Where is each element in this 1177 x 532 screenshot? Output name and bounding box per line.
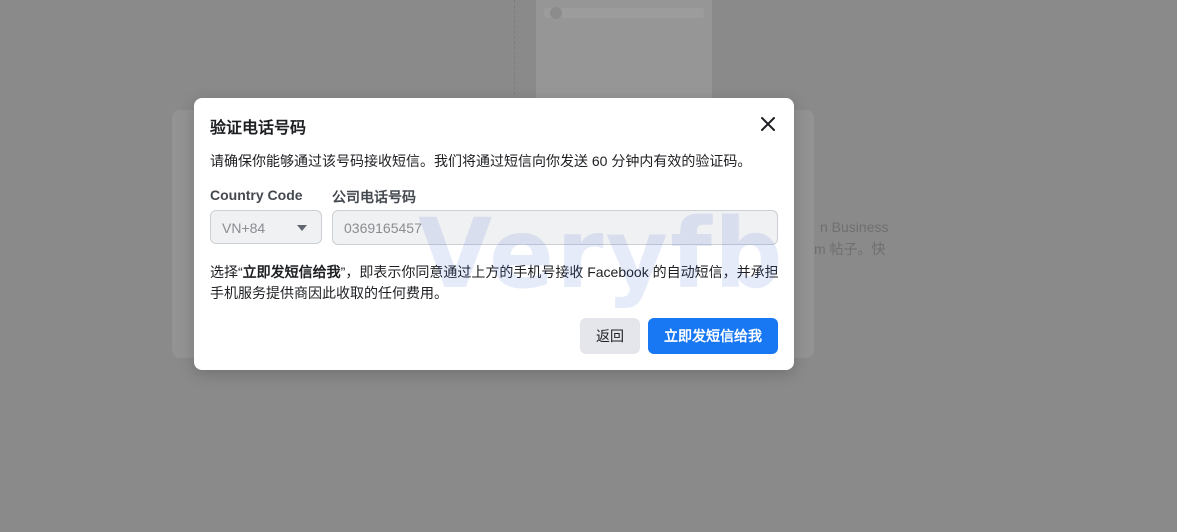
consent-prefix: 选择“ <box>210 264 243 280</box>
close-button[interactable] <box>756 112 780 136</box>
background-divider <box>514 0 515 100</box>
dialog-description: 请确保你能够通过该号码接收短信。我们将通过短信向你发送 60 分钟内有效的验证码… <box>210 153 752 169</box>
close-icon <box>761 117 775 131</box>
background-card <box>536 0 712 112</box>
country-code-label: Country Code <box>210 187 303 203</box>
background-card-dot <box>550 7 562 19</box>
send-sms-button[interactable]: 立即发短信给我 <box>648 318 778 354</box>
consent-bold: 立即发短信给我 <box>242 264 341 280</box>
phone-number-input[interactable] <box>332 210 778 245</box>
dialog-title: 验证电话号码 <box>210 120 307 137</box>
consent-text: 选择“立即发短信给我”，即表示你同意通过上方的手机号接收 Facebook 的自… <box>210 262 782 304</box>
phone-label: 公司电话号码 <box>332 189 416 205</box>
background-card-bar <box>544 8 704 18</box>
country-code-select[interactable]: VN+84 <box>210 210 322 244</box>
country-code-value: VN+84 <box>222 220 266 236</box>
caret-down-icon <box>297 225 307 231</box>
background-text-2: m 帖子。快 <box>814 241 886 257</box>
verify-phone-dialog: 验证电话号码 请确保你能够通过该号码接收短信。我们将通过短信向你发送 60 分钟… <box>194 98 794 370</box>
back-button[interactable]: 返回 <box>580 318 640 354</box>
background-text-1: n Business <box>820 219 889 235</box>
